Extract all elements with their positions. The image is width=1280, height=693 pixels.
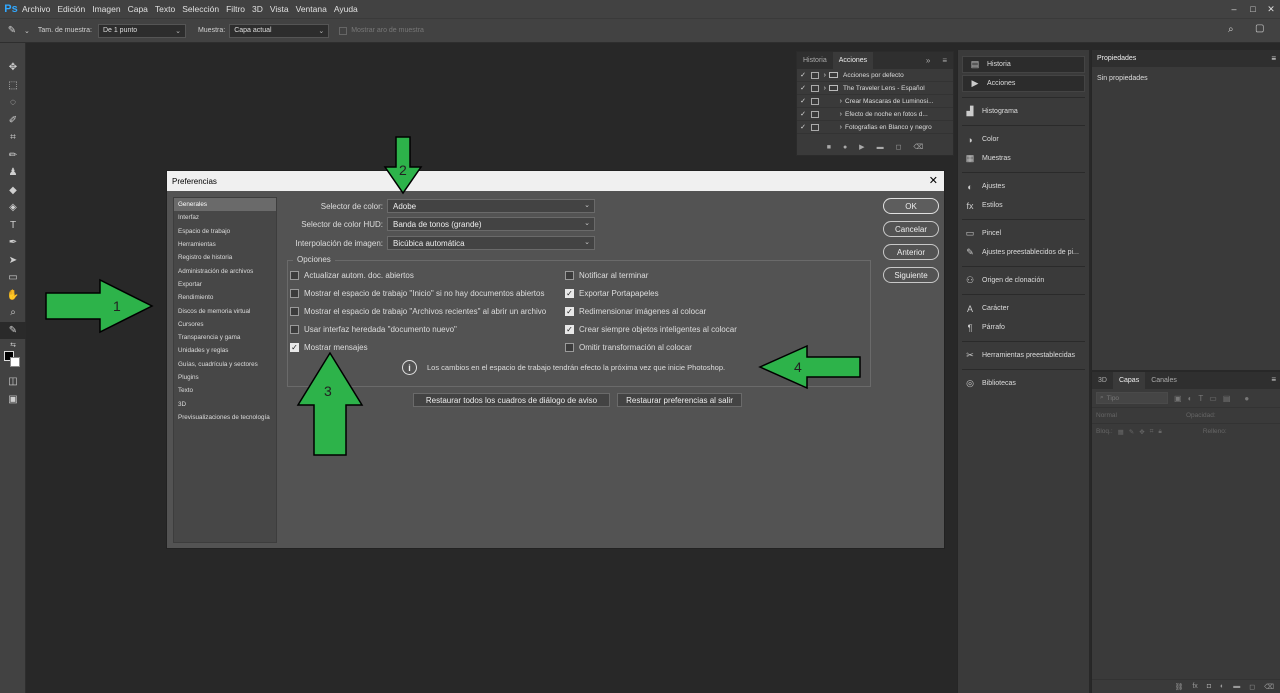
arrow-3 [296, 351, 364, 456]
arrow-4-label: 4 [794, 359, 802, 375]
annotation-arrows: 1 2 3 4 [45, 136, 861, 456]
arrow-1 [45, 278, 154, 334]
arrow-2-label: 2 [399, 162, 407, 178]
arrow-3-label: 3 [324, 383, 332, 399]
arrow-1-label: 1 [113, 298, 121, 314]
arrow-4 [758, 344, 861, 390]
